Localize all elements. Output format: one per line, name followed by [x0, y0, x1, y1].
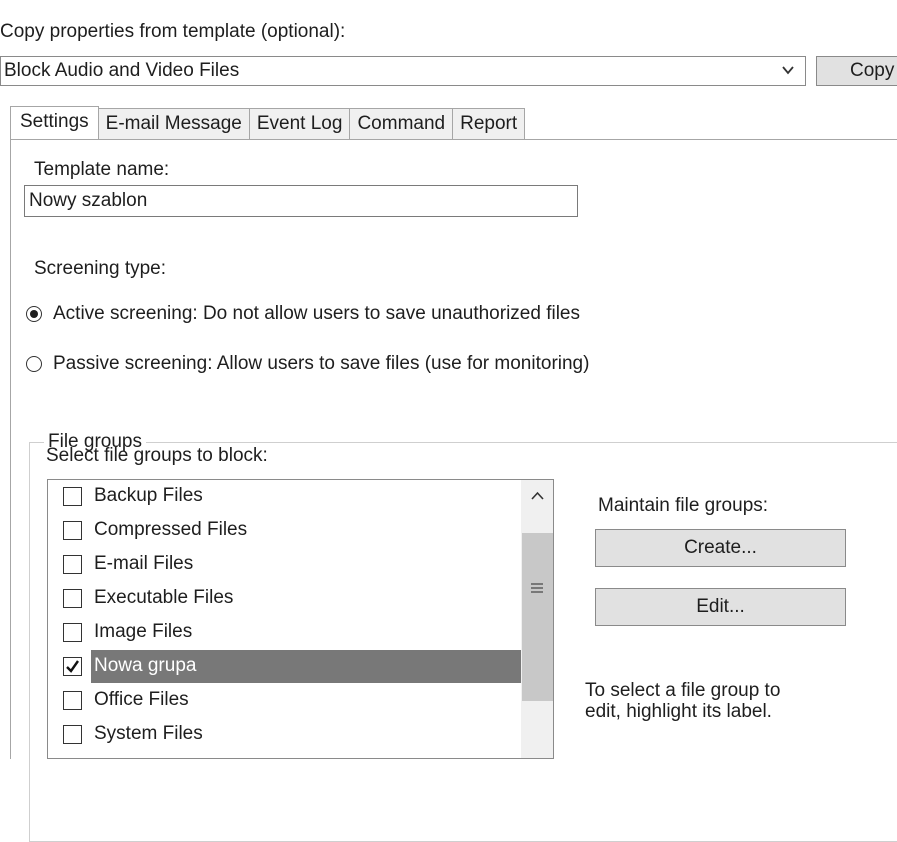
scrollbar-thumb[interactable]: [522, 533, 553, 701]
chevron-down-icon: [782, 66, 794, 75]
list-item[interactable]: Compressed Files: [48, 514, 521, 547]
template-dropdown[interactable]: Block Audio and Video Files: [0, 56, 806, 86]
file-group-checkbox[interactable]: [63, 725, 82, 744]
list-item-selected[interactable]: Nowa grupa: [48, 650, 521, 683]
file-group-checkbox[interactable]: [63, 487, 82, 506]
tab-report[interactable]: Report: [453, 108, 526, 140]
list-item-label: Backup Files: [94, 485, 203, 506]
file-group-checkbox[interactable]: [63, 657, 82, 676]
list-item[interactable]: E-mail Files: [48, 548, 521, 581]
list-item-label: Nowa grupa: [94, 655, 197, 676]
active-screening-radio[interactable]: [26, 306, 42, 322]
list-item-label: Image Files: [94, 621, 193, 642]
list-item[interactable]: Executable Files: [48, 582, 521, 615]
hint-text-line1: To select a file group to: [585, 680, 781, 701]
template-copy-label: Copy properties from template (optional)…: [0, 21, 346, 42]
template-name-input[interactable]: Nowy szablon: [24, 185, 578, 217]
edit-button[interactable]: Edit...: [595, 588, 846, 626]
tab-event-log[interactable]: Event Log: [249, 108, 351, 140]
file-group-checkbox[interactable]: [63, 521, 82, 540]
tab-command[interactable]: Command: [350, 108, 454, 140]
copy-button[interactable]: Copy: [816, 56, 897, 86]
create-button[interactable]: Create...: [595, 529, 846, 567]
list-item-label: System Files: [94, 723, 203, 744]
screening-type-label: Screening type:: [34, 258, 167, 279]
active-screening-label[interactable]: Active screening: Do not allow users to …: [53, 303, 580, 325]
file-group-checkbox[interactable]: [63, 623, 82, 642]
maintain-file-groups-label: Maintain file groups:: [598, 495, 769, 516]
list-item-label: Executable Files: [94, 587, 234, 608]
file-groups-list[interactable]: Backup Files Compressed Files E-mail Fil…: [47, 479, 554, 759]
tab-email-message[interactable]: E-mail Message: [98, 108, 250, 140]
file-group-checkbox[interactable]: [63, 691, 82, 710]
passive-screening-radio[interactable]: [26, 356, 42, 372]
template-dropdown-value: Block Audio and Video Files: [4, 60, 240, 81]
list-item-label: E-mail Files: [94, 553, 194, 574]
template-name-label: Template name:: [34, 159, 170, 180]
list-scrollbar[interactable]: [521, 480, 554, 758]
list-item-label: Office Files: [94, 689, 189, 710]
file-group-checkbox[interactable]: [63, 589, 82, 608]
list-item-label: Compressed Files: [94, 519, 248, 540]
select-file-groups-label: Select file groups to block:: [46, 445, 268, 466]
list-item[interactable]: System Files: [48, 718, 521, 751]
tab-settings[interactable]: Settings: [10, 106, 99, 140]
tab-strip: Settings E-mail Message Event Log Comman…: [10, 106, 526, 140]
passive-screening-label[interactable]: Passive screening: Allow users to save f…: [53, 353, 589, 375]
file-group-checkbox[interactable]: [63, 555, 82, 574]
grip-lines-icon: [531, 583, 543, 593]
list-item[interactable]: Office Files: [48, 684, 521, 717]
checkmark-icon: [66, 660, 79, 673]
radio-selected-dot: [30, 310, 38, 318]
list-item[interactable]: Image Files: [48, 616, 521, 649]
hint-text-line2: edit, highlight its label.: [585, 701, 772, 722]
chevron-up-icon[interactable]: [521, 480, 554, 513]
list-item[interactable]: Backup Files: [48, 480, 521, 513]
